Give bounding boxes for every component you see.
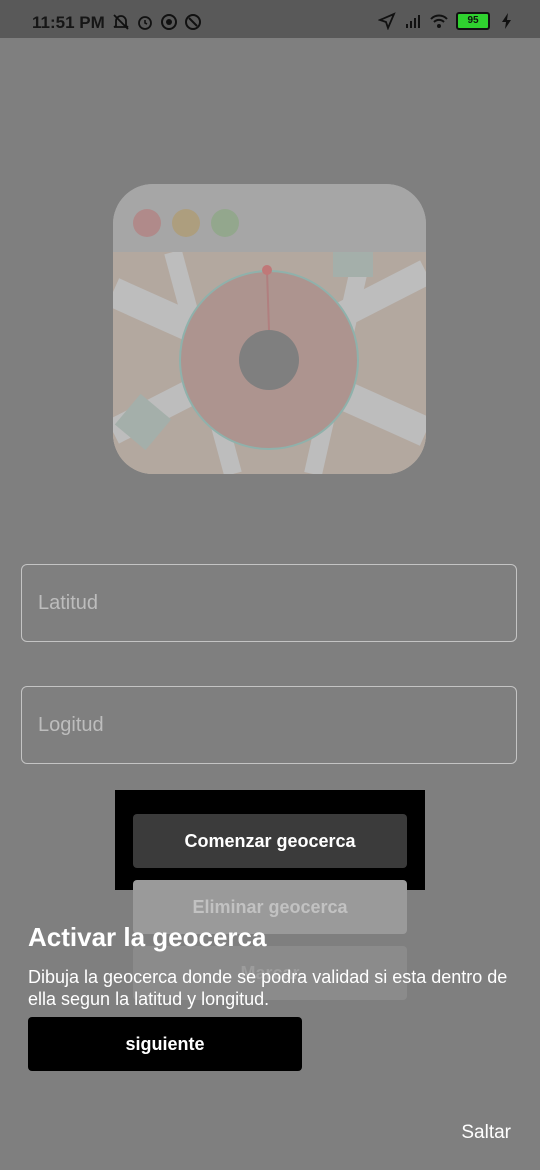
status-icons-left	[112, 13, 202, 31]
status-icons-right: 95	[378, 12, 516, 30]
alarm-icon	[138, 16, 152, 30]
signal-icon	[406, 15, 420, 28]
bell-off-icon	[113, 14, 129, 30]
coach-title: Activar la geocerca	[28, 922, 267, 952]
illustration-map	[113, 249, 426, 474]
longitude-input[interactable]	[22, 687, 516, 763]
next-button[interactable]: siguiente	[28, 1017, 302, 1071]
geofence-illustration	[113, 184, 426, 474]
latitude-field[interactable]	[21, 564, 517, 642]
skip-button[interactable]: Saltar	[461, 1122, 511, 1144]
geofence-handle	[262, 265, 272, 275]
illustration-window-bar	[113, 184, 426, 252]
window-dot-yellow	[172, 209, 200, 237]
status-bar: 11:51 PM 95	[0, 0, 540, 38]
window-dot-green	[211, 209, 239, 237]
coach-description: Dibuja la geocerca donde se podra valida…	[28, 967, 508, 1009]
location-arrow-icon	[378, 12, 396, 30]
start-geofence-button[interactable]: Comenzar geocerca	[133, 814, 407, 868]
geofence-center	[239, 330, 299, 390]
battery-icon: 95	[456, 12, 490, 30]
charging-icon	[502, 13, 511, 29]
circle-icon	[161, 14, 177, 30]
window-dot-red	[133, 209, 161, 237]
longitude-field[interactable]	[21, 686, 517, 764]
circle-icon	[185, 14, 201, 30]
status-time: 11:51 PM	[32, 13, 105, 32]
latitude-input[interactable]	[22, 565, 516, 641]
map-svg	[113, 249, 426, 474]
wifi-icon	[430, 14, 448, 28]
